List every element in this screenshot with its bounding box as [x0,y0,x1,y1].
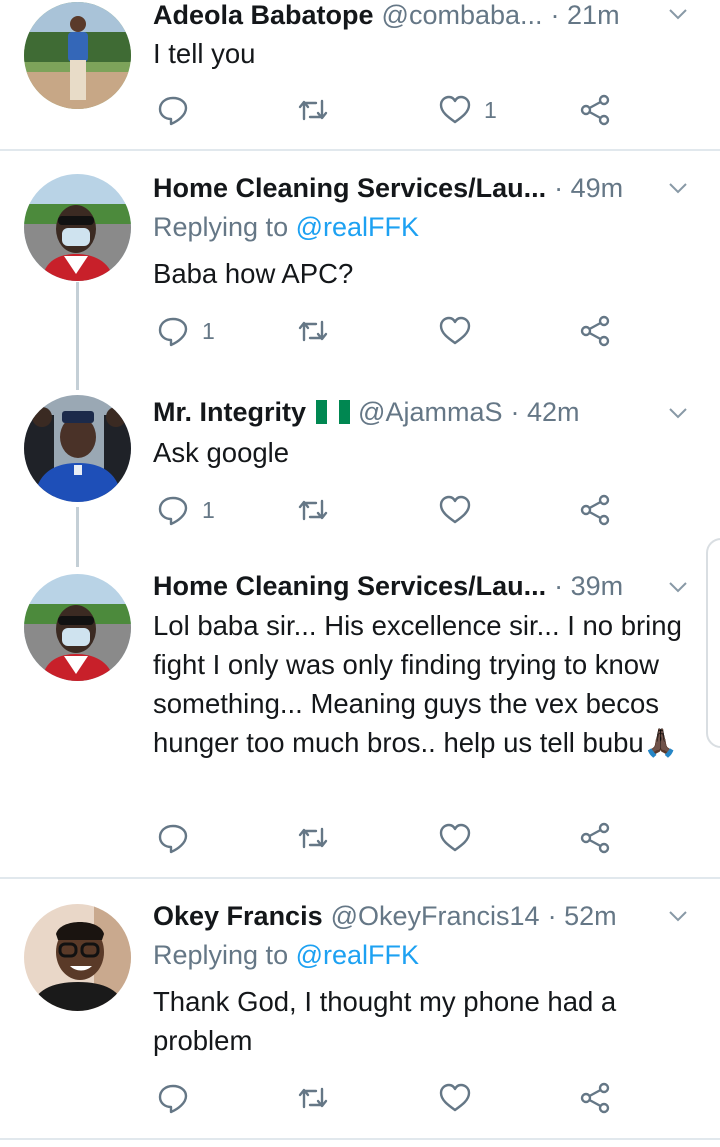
share-button[interactable] [578,492,612,528]
timestamp[interactable]: · 52m [548,901,617,932]
author-name[interactable]: Home Cleaning Services/Lau... [153,571,546,602]
like-icon [439,316,471,345]
tweet-header: Mr. Integrity @AjammaS · 42m [153,395,662,429]
reply-icon [158,96,188,126]
action-bar: 1 [153,92,623,128]
replying-prefix: Replying to [153,212,296,242]
tweet-header: Okey Francis @OkeyFrancis14 · 52m [153,899,662,933]
nigeria-flag-icon [316,400,351,424]
action-bar: 1 [153,313,623,349]
retweet-button[interactable] [296,492,330,528]
tweet-text: Lol baba sir... His excellence sir... I … [153,610,682,758]
tweet-text: Thank God, I thought my phone had a prob… [153,986,617,1056]
reply-icon [158,1084,188,1114]
share-icon [580,315,610,347]
retweet-button[interactable] [296,820,330,856]
author-handle[interactable]: @combaba... [382,0,543,31]
avatar[interactable] [24,904,131,1011]
author-name[interactable]: Okey Francis [153,901,323,932]
timestamp[interactable]: · 42m [510,397,579,428]
retweet-button[interactable] [296,1080,330,1116]
chevron-down-icon[interactable] [666,401,690,425]
scroll-handle[interactable] [706,538,720,748]
author-name[interactable]: Mr. Integrity [153,397,306,428]
replying-to: Replying to @realFFK [153,212,419,243]
like-icon [439,495,471,524]
tweet-3[interactable]: Mr. Integrity @AjammaS · 42m Ask google … [0,387,720,567]
chevron-down-icon[interactable] [666,575,690,599]
retweet-icon [298,99,328,121]
share-button[interactable] [578,313,612,349]
replying-prefix: Replying to [153,940,296,970]
reply-count: 1 [202,496,215,523]
reply-button[interactable]: 1 [156,492,215,528]
reply-button[interactable] [156,820,202,856]
replying-to: Replying to @realFFK [153,940,419,971]
retweet-button[interactable] [296,313,330,349]
avatar[interactable] [24,174,131,281]
tweet-header: Adeola Babatope @combaba... · 21m [153,0,700,32]
tweet-header: Home Cleaning Services/Lau... · 39m [153,569,662,603]
chevron-down-icon[interactable] [666,176,690,200]
reply-icon [158,824,188,854]
author-name[interactable]: Adeola Babatope [153,0,374,31]
like-icon [439,823,471,852]
author-name[interactable]: Home Cleaning Services/Lau... [153,173,546,204]
action-bar [153,1080,623,1116]
avatar[interactable] [24,574,131,681]
share-icon [580,822,610,854]
share-button[interactable] [578,1080,612,1116]
share-icon [580,94,610,126]
author-handle[interactable]: @AjammaS [358,397,502,428]
tweet-4[interactable]: Home Cleaning Services/Lau... · 39m Lol … [0,567,720,877]
reply-button[interactable]: 1 [156,313,215,349]
timestamp[interactable]: · 49m [554,173,623,204]
tweet-text: Baba how APC? [153,258,354,289]
reply-button[interactable] [156,1080,202,1116]
divider [0,1138,720,1140]
action-bar: 1 [153,492,623,528]
like-button[interactable] [438,1080,484,1116]
thread-line [76,282,79,390]
avatar[interactable] [24,2,131,109]
tweet-text: Ask google [153,437,290,468]
reply-button[interactable] [156,92,202,128]
reply-icon [158,496,188,526]
share-icon [580,1082,610,1114]
tweet-1[interactable]: Adeola Babatope @combaba... · 21m I tell… [0,0,720,150]
action-bar [153,820,623,856]
avatar[interactable] [24,395,131,502]
reply-icon [158,317,188,347]
retweet-icon [298,1087,328,1109]
like-button[interactable] [438,820,484,856]
share-icon [580,494,610,526]
divider [0,877,720,879]
reply-count: 1 [202,317,215,344]
like-icon [439,95,471,124]
divider [0,149,720,151]
share-button[interactable] [578,92,612,128]
share-button[interactable] [578,820,612,856]
timestamp[interactable]: · 21m [551,0,620,31]
like-count: 1 [484,96,497,123]
like-icon [439,1083,471,1112]
author-handle[interactable]: @OkeyFrancis14 [331,901,540,932]
chevron-down-icon[interactable] [666,2,690,26]
retweet-button[interactable] [296,92,330,128]
like-button[interactable] [438,313,484,349]
mention-link[interactable]: @realFFK [296,940,419,970]
tweet-text: I tell you [153,38,256,69]
mention-link[interactable]: @realFFK [296,212,419,242]
like-button[interactable] [438,492,484,528]
chevron-down-icon[interactable] [666,904,690,928]
tweet-header: Home Cleaning Services/Lau... · 49m [153,171,662,205]
retweet-icon [298,499,328,521]
like-button[interactable]: 1 [438,92,497,128]
retweet-icon [298,827,328,849]
timestamp[interactable]: · 39m [554,571,623,602]
retweet-icon [298,320,328,342]
tweet-2[interactable]: Home Cleaning Services/Lau... · 49m Repl… [0,152,720,390]
thread-line [76,507,79,567]
tweet-5[interactable]: Okey Francis @OkeyFrancis14 · 52m Replyi… [0,880,720,1140]
